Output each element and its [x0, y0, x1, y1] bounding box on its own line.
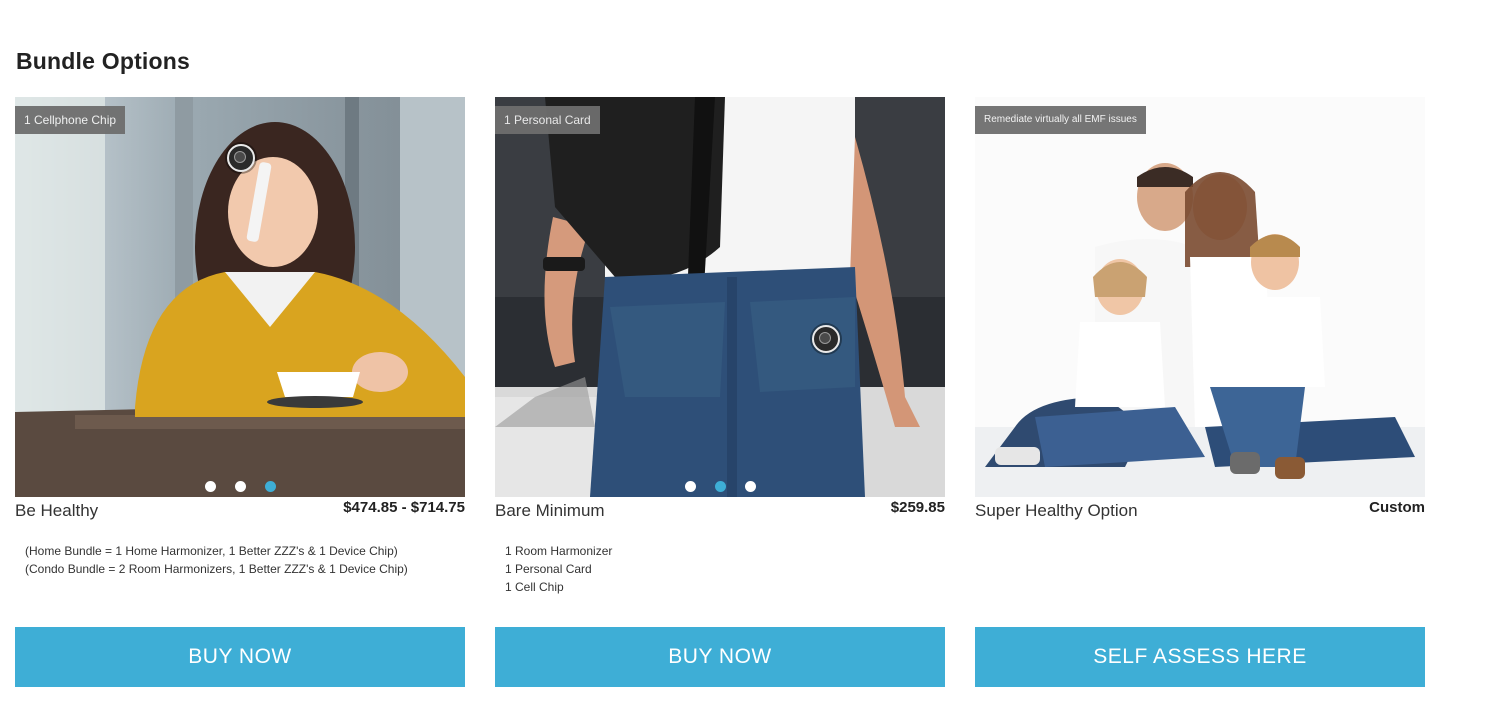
carousel-dot-3[interactable]	[264, 481, 276, 492]
product-card-be-healthy: 1 Cellphone Chip Be Healthy $474.85 - $7…	[15, 97, 465, 687]
product-card-bare-minimum: 1 Personal Card Bare Minimum $259.85 1 R…	[495, 97, 945, 687]
product-tag: 1 Personal Card	[495, 106, 600, 134]
product-image-carousel[interactable]: 1 Personal Card	[495, 97, 945, 497]
product-name: Super Healthy Option	[975, 501, 1138, 520]
description-line: (Condo Bundle = 2 Room Harmonizers, 1 Be…	[25, 562, 408, 576]
description-line: 1 Room Harmonizer	[505, 544, 613, 558]
buy-now-button[interactable]: BUY NOW	[495, 627, 945, 687]
section-title: Bundle Options	[16, 48, 191, 74]
carousel-dot-3[interactable]	[744, 481, 756, 492]
hotspot-icon[interactable]	[227, 144, 255, 172]
product-tag: Remediate virtually all EMF issues	[975, 106, 1146, 134]
carousel-dot-1[interactable]	[684, 481, 696, 492]
carousel-dot-2[interactable]	[714, 481, 726, 492]
hotspot-icon[interactable]	[812, 325, 840, 353]
product-description: (Home Bundle = 1 Home Harmonizer, 1 Bett…	[25, 542, 465, 578]
product-description: 1 Room Harmonizer 1 Personal Card 1 Cell…	[505, 542, 945, 596]
product-price: $474.85 - $714.75	[343, 499, 465, 516]
product-image-carousel[interactable]: 1 Cellphone Chip	[15, 97, 465, 497]
product-name: Be Healthy	[15, 501, 99, 520]
description-line: 1 Cell Chip	[505, 580, 564, 594]
person-in-jeans-image	[495, 97, 945, 497]
product-price: $259.85	[890, 499, 945, 516]
product-price: Custom	[1369, 499, 1425, 516]
description-line: 1 Personal Card	[505, 562, 592, 576]
carousel-dots	[15, 481, 465, 492]
description-line: (Home Bundle = 1 Home Harmonizer, 1 Bett…	[25, 544, 398, 558]
product-card-super-healthy: Remediate virtually all EMF issues Super…	[975, 97, 1425, 687]
product-name: Bare Minimum	[495, 501, 605, 520]
carousel-dot-2[interactable]	[234, 481, 246, 492]
buy-now-button[interactable]: BUY NOW	[15, 627, 465, 687]
family-image	[975, 97, 1425, 497]
product-image: Remediate virtually all EMF issues	[975, 97, 1425, 497]
product-tag: 1 Cellphone Chip	[15, 106, 126, 134]
self-assess-button[interactable]: SELF ASSESS HERE	[975, 627, 1425, 687]
carousel-dots	[495, 481, 945, 492]
carousel-dot-1[interactable]	[204, 481, 216, 492]
